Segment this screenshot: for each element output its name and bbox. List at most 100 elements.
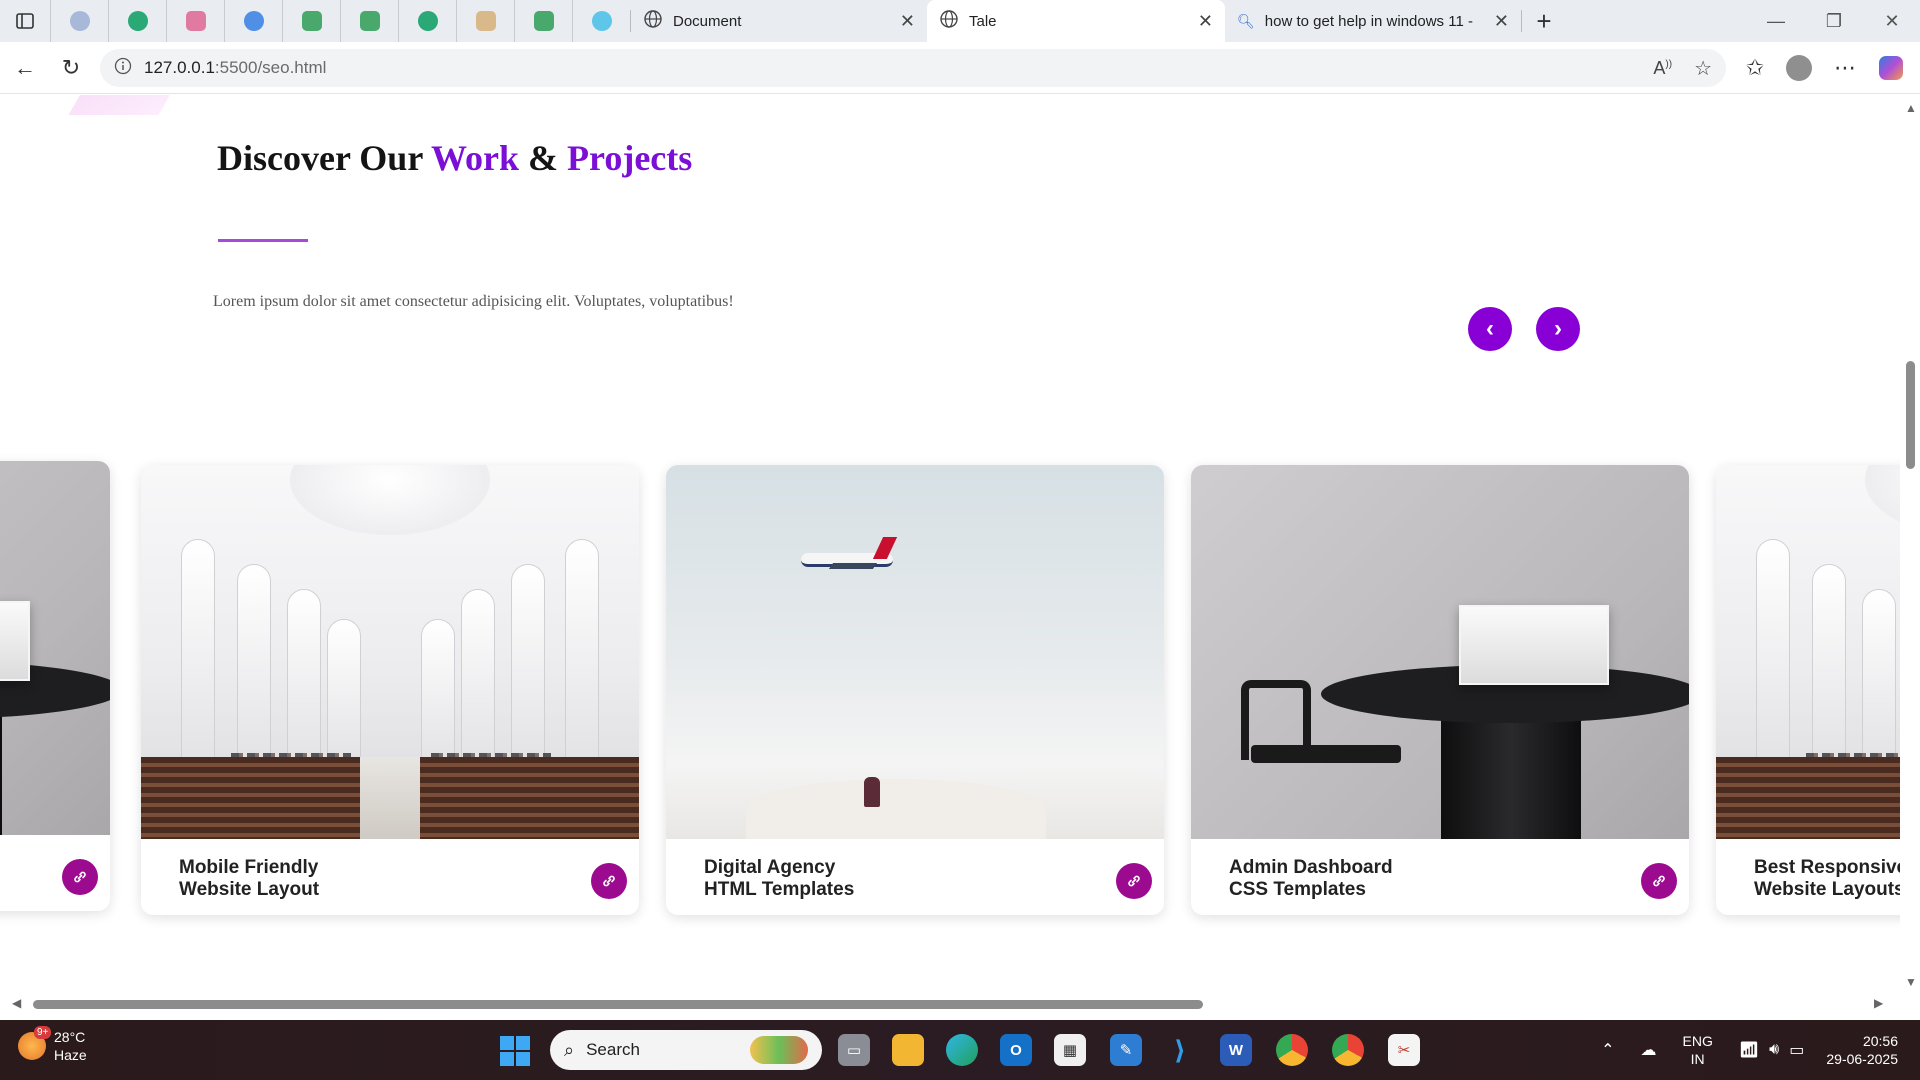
favorite-star-icon[interactable]: ☆ <box>1694 56 1712 81</box>
url-path: :5500/seo.html <box>214 58 327 77</box>
pinned-tab-6[interactable] <box>340 0 398 42</box>
card-title: Digital Agency HTML Templates <box>704 857 855 900</box>
task-view-icon[interactable]: ▭ <box>838 1034 870 1066</box>
section-description: Lorem ipsum dolor sit amet consectetur a… <box>213 293 734 310</box>
weather-widget[interactable]: 9+ 28°C Haze <box>18 1026 87 1064</box>
site-info-icon[interactable] <box>114 57 132 80</box>
file-explorer-icon[interactable] <box>892 1034 924 1066</box>
decorative-shape <box>68 95 182 115</box>
onedrive-offline-icon[interactable]: ☁ <box>1641 1040 1657 1060</box>
url-host: 127.0.0.1 <box>144 58 215 77</box>
card-image <box>666 465 1164 839</box>
link-icon[interactable] <box>1116 863 1152 899</box>
microsoft-store-icon[interactable]: ▦ <box>1054 1034 1086 1066</box>
read-aloud-icon[interactable]: A)) <box>1653 58 1672 79</box>
card-image <box>141 465 639 839</box>
tab-actions-icon[interactable] <box>0 0 50 42</box>
pinned-site-icon <box>185 11 206 31</box>
new-tab-button[interactable]: + <box>1522 0 1566 42</box>
snipping-tool-icon[interactable]: ✂ <box>1388 1034 1420 1066</box>
restore-icon[interactable]: ❐ <box>1806 0 1862 42</box>
browser-toolbar: ← ↻ 127.0.0.1:5500/seo.html A)) ☆ ✩ ⋯ <box>0 42 1920 94</box>
horizontal-scroll-thumb[interactable] <box>33 1000 1203 1009</box>
horizontal-scrollbar[interactable]: ◀ ▶ <box>0 994 1900 1014</box>
pinned-tab-10[interactable] <box>572 0 630 42</box>
pinned-tab-5[interactable] <box>282 0 340 42</box>
project-card[interactable]: Best Responsive Website Layouts <box>1716 465 1900 915</box>
heading-text: & <box>519 138 568 178</box>
close-tab-icon[interactable]: ✕ <box>1198 11 1213 32</box>
carousel-next-button[interactable]: › <box>1536 307 1580 351</box>
outlook-icon[interactable]: O <box>1000 1034 1032 1066</box>
wifi-icon[interactable]: 📶︎ <box>1739 1040 1759 1060</box>
taskbar-search[interactable]: ⌕ Search <box>550 1030 822 1070</box>
project-card[interactable]: Admin Dashboard CSS Templates <box>1191 465 1689 915</box>
pinned-tab-4[interactable] <box>224 0 282 42</box>
pinned-tab-7[interactable] <box>398 0 456 42</box>
pinned-tab-1[interactable] <box>50 0 108 42</box>
pinned-tab-2[interactable] <box>108 0 166 42</box>
search-highlight-icon <box>750 1036 808 1064</box>
link-icon[interactable] <box>62 859 98 895</box>
heading-underline <box>218 239 308 242</box>
close-tab-icon[interactable]: ✕ <box>1494 11 1509 32</box>
system-clock[interactable]: 20:56 29-06-2025 <box>1826 1032 1898 1068</box>
sheets-icon <box>301 11 322 31</box>
more-options-icon[interactable]: ⋯ <box>1822 45 1868 91</box>
pinned-site-icon <box>591 11 612 31</box>
notification-badge: 9+ <box>34 1026 52 1039</box>
pinned-tab-9[interactable] <box>514 0 572 42</box>
grammarly-icon <box>127 11 148 31</box>
pinned-tab-8[interactable] <box>456 0 514 42</box>
word-icon[interactable]: W <box>1220 1034 1252 1066</box>
link-icon[interactable] <box>1641 863 1677 899</box>
edge-browser-icon[interactable] <box>946 1034 978 1066</box>
copilot-icon[interactable] <box>1868 45 1914 91</box>
card-title: Admin Dashboard CSS Templates <box>1229 857 1393 900</box>
windows-start-icon[interactable] <box>500 1036 530 1066</box>
vscode-icon[interactable]: ⟩ <box>1164 1034 1196 1066</box>
tab-search-help[interactable]: 🔍︎ how to get help in windows 11 - ✕ <box>1225 0 1521 42</box>
card-image <box>1716 465 1900 839</box>
profile-avatar-icon[interactable] <box>1776 45 1822 91</box>
scroll-right-arrow-icon[interactable]: ▶ <box>1874 996 1883 1010</box>
scroll-up-arrow-icon[interactable]: ▲ <box>1905 101 1917 115</box>
scroll-left-arrow-icon[interactable]: ◀ <box>12 996 21 1010</box>
pinned-tab-3[interactable] <box>166 0 224 42</box>
link-icon[interactable] <box>591 863 627 899</box>
search-icon: ⌕ <box>564 1039 575 1060</box>
vertical-scroll-thumb[interactable] <box>1906 361 1915 469</box>
language-indicator[interactable]: ENG IN <box>1683 1032 1713 1068</box>
refresh-icon[interactable]: ↻ <box>48 45 94 91</box>
close-window-icon[interactable]: ✕ <box>1864 0 1920 42</box>
carousel-prev-button[interactable]: ‹ <box>1468 307 1512 351</box>
taskbar: 9+ 28°C Haze ⌕ Search ▭ O ▦ ✎ ⟩ W ✂ ⌃ ☁ … <box>0 1020 1920 1080</box>
sheets-icon <box>533 11 554 31</box>
minimize-icon[interactable]: — <box>1748 0 1804 42</box>
clock-time: 20:56 <box>1862 1033 1898 1049</box>
tab-tale[interactable]: Tale ✕ <box>927 0 1225 42</box>
chrome-icon[interactable] <box>1332 1034 1364 1066</box>
paint-icon[interactable]: ✎ <box>1110 1034 1142 1066</box>
project-card[interactable] <box>0 461 110 911</box>
scroll-down-arrow-icon[interactable]: ▼ <box>1905 975 1917 989</box>
search-icon: 🔍︎ <box>1237 12 1255 29</box>
card-image <box>1191 465 1689 839</box>
chrome-profile-icon[interactable] <box>1276 1034 1308 1066</box>
tab-document[interactable]: Document ✕ <box>631 0 927 42</box>
favorites-icon[interactable]: ✩ <box>1732 45 1778 91</box>
battery-icon[interactable]: ▭ <box>1789 1040 1804 1060</box>
settings-gear-icon <box>243 11 264 31</box>
address-bar[interactable]: 127.0.0.1:5500/seo.html A)) ☆ <box>100 49 1726 87</box>
show-hidden-icons-chevron-icon[interactable]: ⌃ <box>1601 1040 1614 1060</box>
heading-text: Discover Our <box>217 138 431 178</box>
project-card[interactable]: Mobile Friendly Website Layout <box>141 465 639 915</box>
back-arrow-icon[interactable]: ← <box>2 45 48 91</box>
weather-sun-icon: 9+ <box>18 1026 52 1060</box>
project-card[interactable]: Digital Agency HTML Templates <box>666 465 1164 915</box>
close-tab-icon[interactable]: ✕ <box>900 11 915 32</box>
weather-condition: Haze <box>54 1047 87 1063</box>
vertical-scrollbar[interactable]: ▲ ▼ <box>1900 95 1920 1005</box>
volume-icon[interactable]: 🔊︎ <box>1769 1041 1779 1059</box>
section-heading: Discover Our Work & Projects <box>217 137 692 179</box>
